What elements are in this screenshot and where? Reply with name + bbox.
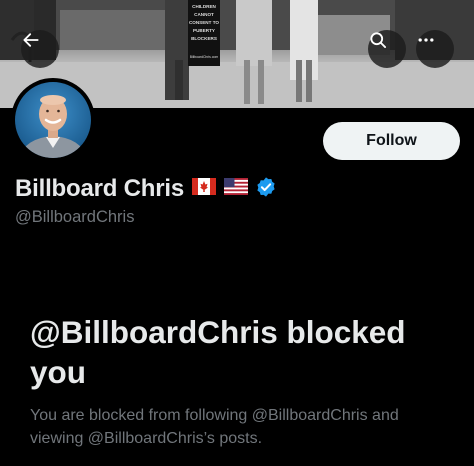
search-icon: [370, 32, 386, 48]
avatar-photo: [19, 95, 87, 158]
blocked-title: @BillboardChris blocked you: [30, 314, 406, 390]
more-horizontal-icon: [418, 38, 434, 42]
sign-line: CHILDREN: [192, 4, 216, 9]
profile-handle: @BillboardChris: [15, 208, 135, 226]
sign-line: BLOCKERS: [191, 36, 217, 41]
more-button[interactable]: [416, 30, 454, 68]
sign-line: BillboardChris.com: [190, 55, 219, 59]
sign-line: CANNOT: [194, 12, 214, 17]
search-button[interactable]: [368, 30, 406, 68]
verified-badge-icon: [255, 176, 277, 203]
display-name: Billboard Chris: [15, 175, 185, 202]
back-button[interactable]: [21, 30, 59, 68]
follow-button[interactable]: Follow: [323, 122, 460, 160]
sign-line: CONSENT TO: [189, 20, 219, 25]
blocked-description: You are blocked from following @Billboar…: [30, 407, 399, 447]
avatar[interactable]: [11, 78, 95, 162]
usa-flag-icon: [224, 178, 249, 200]
arrow-left-icon: [23, 33, 39, 47]
profile-name-row: Billboard Chris: [15, 174, 277, 204]
sign-line: PUBERTY: [193, 28, 215, 33]
canada-flag-icon: [192, 178, 217, 200]
